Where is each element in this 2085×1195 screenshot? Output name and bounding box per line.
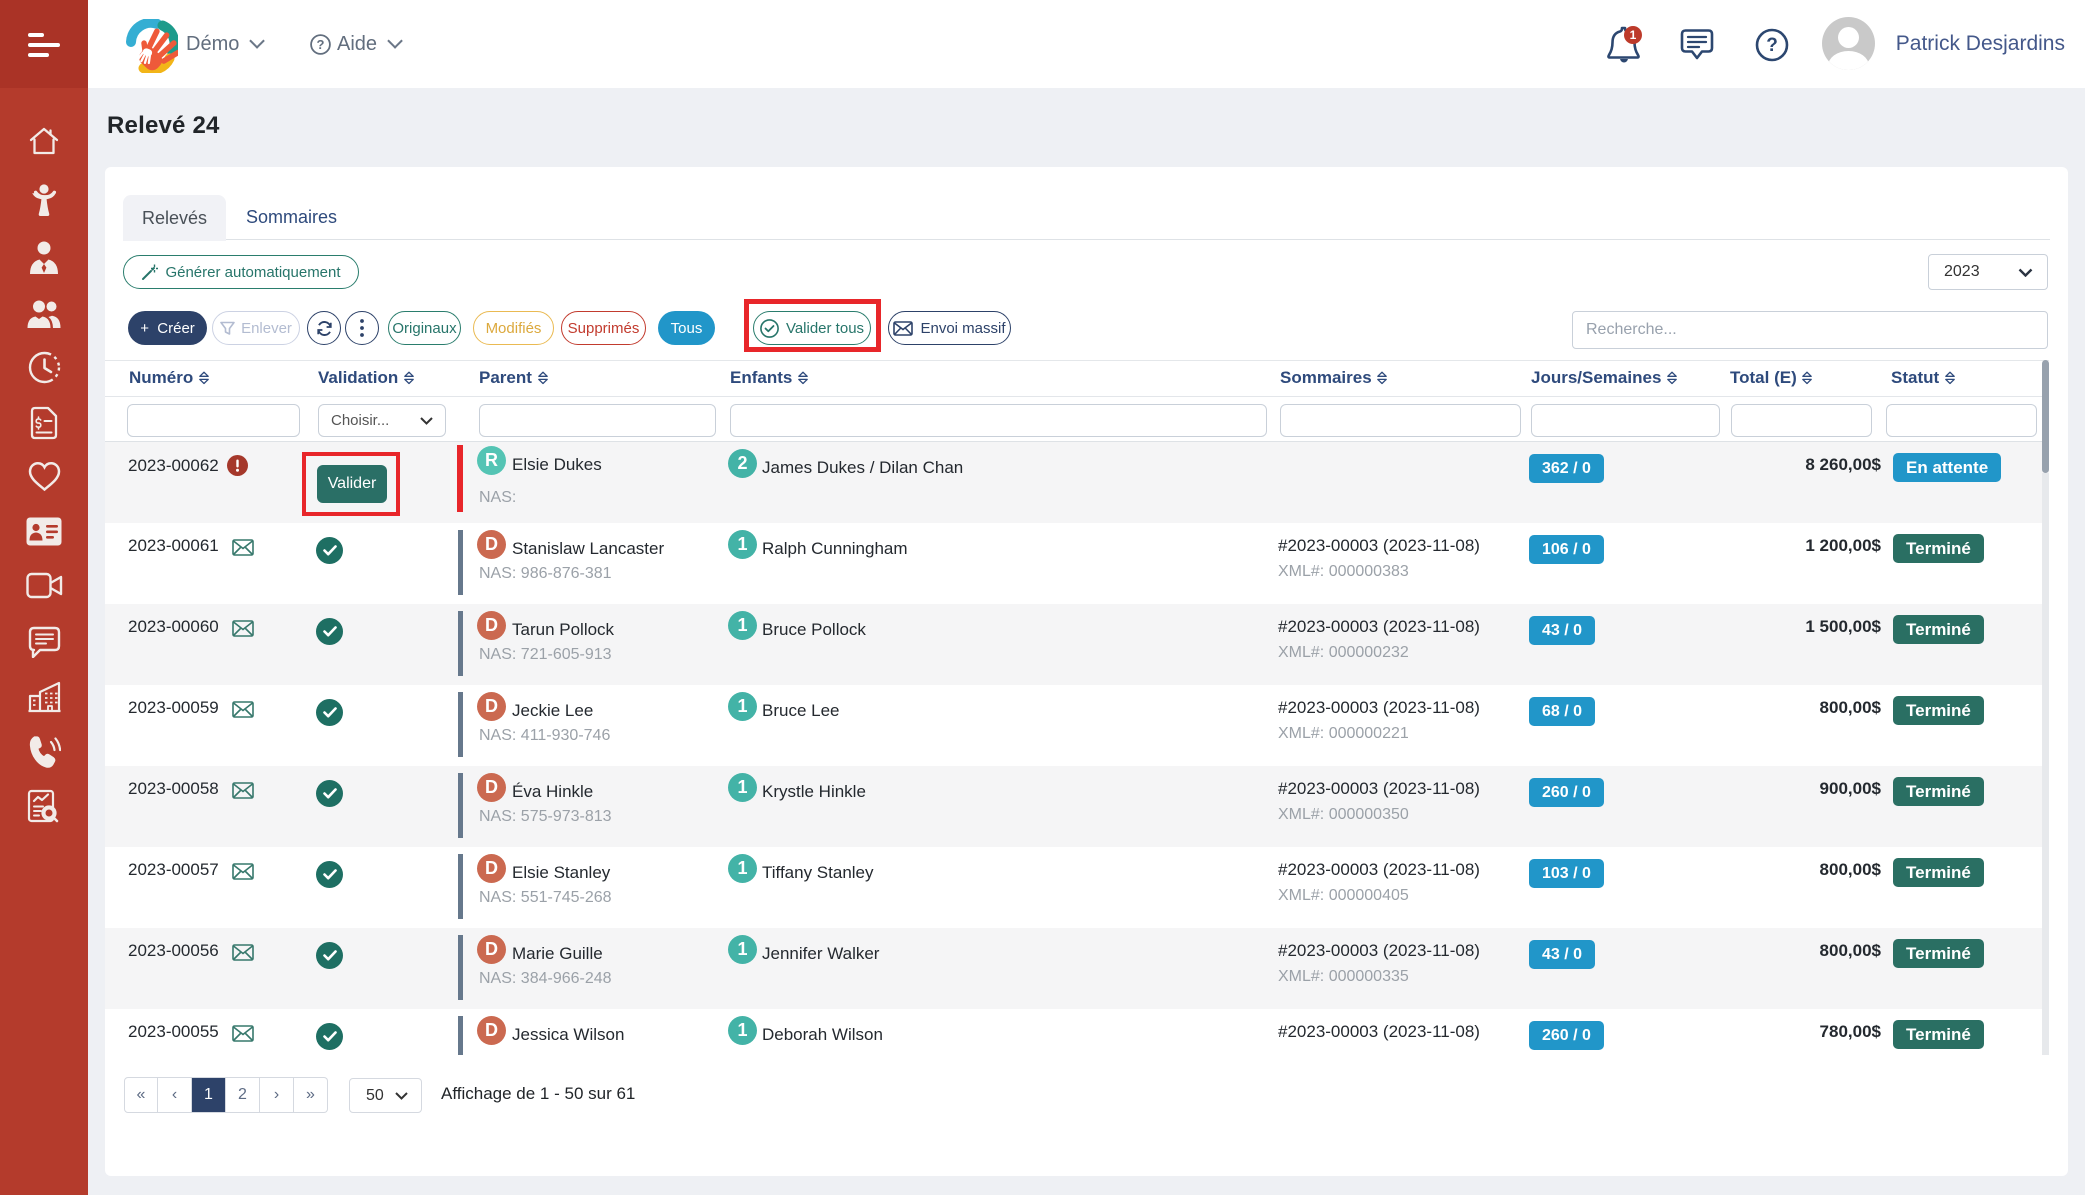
svg-text:?: ? [1766,35,1778,56]
svg-text:?: ? [317,37,325,52]
svg-text:1: 1 [1630,28,1637,42]
